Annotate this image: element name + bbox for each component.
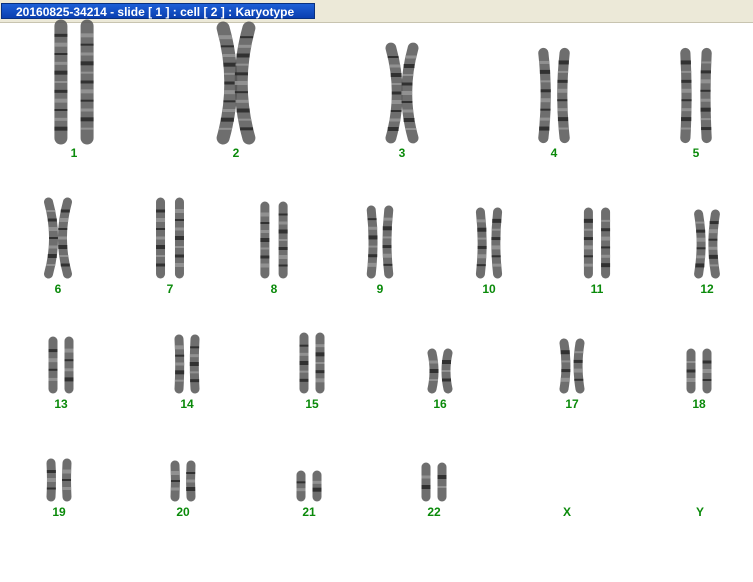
chromosome-pair-graphic	[296, 470, 322, 502]
chromosome[interactable]	[437, 462, 447, 502]
chromosome-pair-X[interactable]: X	[527, 23, 607, 525]
chromosome-label: 21	[302, 505, 316, 519]
chromosome[interactable]	[421, 462, 431, 502]
chromosome[interactable]	[366, 205, 378, 279]
chromosome[interactable]	[186, 460, 196, 502]
chromosome-pair-graphic	[46, 458, 72, 502]
chromosome[interactable]	[382, 205, 394, 279]
chromosome-pair-22[interactable]: 22	[394, 23, 474, 525]
chromosome[interactable]	[312, 470, 322, 502]
chromosome-pair-19[interactable]: 19	[19, 23, 99, 525]
chromosome[interactable]	[46, 458, 56, 502]
chromosome-pair-graphic	[421, 462, 447, 502]
chromosome-label: 20	[176, 505, 190, 519]
chromosome-label: 22	[427, 505, 441, 519]
karyotype-canvas: 1 2 3 4 5 6 7 8 9 10 11 12 13 14 15 16 17 18 19 20 21 22 X Y	[0, 19, 753, 582]
chromosome[interactable]	[62, 458, 72, 502]
chromosome-pair-20[interactable]: 20	[143, 23, 223, 525]
chromosome-pair-Y[interactable]: Y	[660, 23, 740, 525]
chromosome-label: 19	[52, 505, 66, 519]
window-titlebar: 20160825-34214 - slide [ 1 ] : cell [ 2 …	[0, 0, 753, 23]
chromosome-pair-21[interactable]: 21	[269, 23, 349, 525]
chromosome-pair-graphic	[170, 460, 196, 502]
chromosome[interactable]	[170, 460, 180, 502]
chromosome[interactable]	[296, 470, 306, 502]
chromosome-label: X	[562, 505, 571, 519]
chromosome[interactable]	[491, 207, 503, 279]
chromosome-label: Y	[695, 505, 704, 519]
window-title[interactable]: 20160825-34214 - slide [ 1 ] : cell [ 2 …	[1, 3, 315, 19]
